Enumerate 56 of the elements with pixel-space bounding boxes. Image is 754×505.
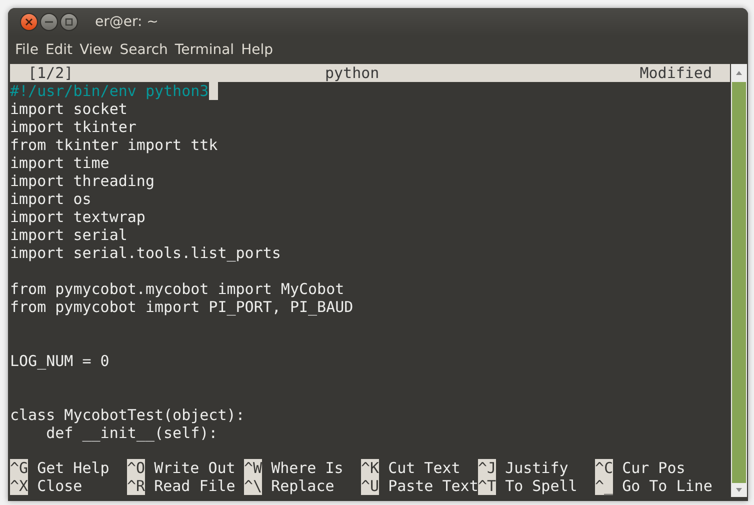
shortcut-key: ^G [10, 459, 28, 477]
code-line: #!/usr/bin/env python3 [10, 82, 209, 100]
shortcut-key: ^\ [244, 477, 262, 495]
menu-item[interactable]: Terminal [172, 42, 238, 58]
shortcut-label: Close [37, 477, 82, 495]
shortcut-key: ^W [244, 459, 262, 477]
shortcut-label: Get Help [37, 459, 110, 477]
shortcut-key: ^_ [595, 477, 614, 495]
modified-status: Modified [640, 64, 712, 82]
code-line: import textwrap [10, 208, 146, 226]
shortcut-key: ^C [595, 459, 614, 477]
maximize-icon [65, 18, 73, 26]
scrollbar-thumb[interactable] [732, 82, 746, 483]
code-line: import time [10, 154, 110, 172]
shortcut-label: Paste Text [388, 477, 478, 495]
code-line: import socket [10, 100, 128, 118]
shortcut-label: Go To Line [622, 477, 712, 495]
window-title: er@er: ~ [95, 14, 158, 30]
code-line: import serial.tools.list_ports [10, 244, 281, 262]
shortcut-key: ^O [127, 459, 146, 477]
shortcut-key: ^T [478, 477, 496, 495]
shortcut-key: ^X [10, 477, 28, 495]
code-line: import threading [10, 172, 154, 190]
minimize-button[interactable] [40, 13, 58, 31]
menu-item[interactable]: View [76, 42, 116, 58]
buffer-indicator: [1/2] [28, 64, 74, 82]
code-line: import tkinter [10, 118, 136, 136]
shortcut-key: ^R [127, 477, 146, 495]
shortcut-label: Read File [154, 477, 236, 495]
menu-item[interactable]: Search [116, 42, 171, 58]
maximize-button[interactable] [60, 13, 78, 31]
close-icon [25, 18, 33, 26]
code-line: import os [10, 190, 92, 208]
file-name: python [325, 64, 380, 82]
shortcut-label: To Spell [505, 477, 578, 495]
code-line: class MycobotTest(object): [10, 406, 245, 424]
shortcut-key: ^U [361, 477, 380, 495]
code-line: from tkinter import ttk [10, 136, 218, 154]
shortcut-label: Write Out [154, 459, 236, 477]
shortcut-label: Cut Text [388, 459, 460, 477]
shortcut-key: ^J [478, 459, 496, 477]
menu-item[interactable]: Help [238, 42, 276, 58]
close-button[interactable] [20, 13, 38, 31]
menu-item[interactable]: File [12, 42, 42, 58]
menu-item[interactable]: Edit [42, 42, 76, 58]
shortcut-label: Cur Pos [622, 459, 686, 477]
code-line: from pymycobot.mycobot import MyCobot [10, 280, 344, 298]
shortcut-label: Replace [271, 477, 334, 495]
code-line: def __init__(self): [45, 424, 218, 442]
code-line: import serial [10, 226, 128, 244]
shortcut-label: Where Is [271, 459, 344, 477]
shortcut-key: ^K [361, 459, 380, 477]
code-line: LOG_NUM = 0 [10, 352, 110, 370]
shortcut-label: Justify [505, 459, 568, 477]
code-line: from pymycobot import PI_PORT, PI_BAUD [10, 298, 354, 316]
scrollbar[interactable] [731, 64, 747, 497]
